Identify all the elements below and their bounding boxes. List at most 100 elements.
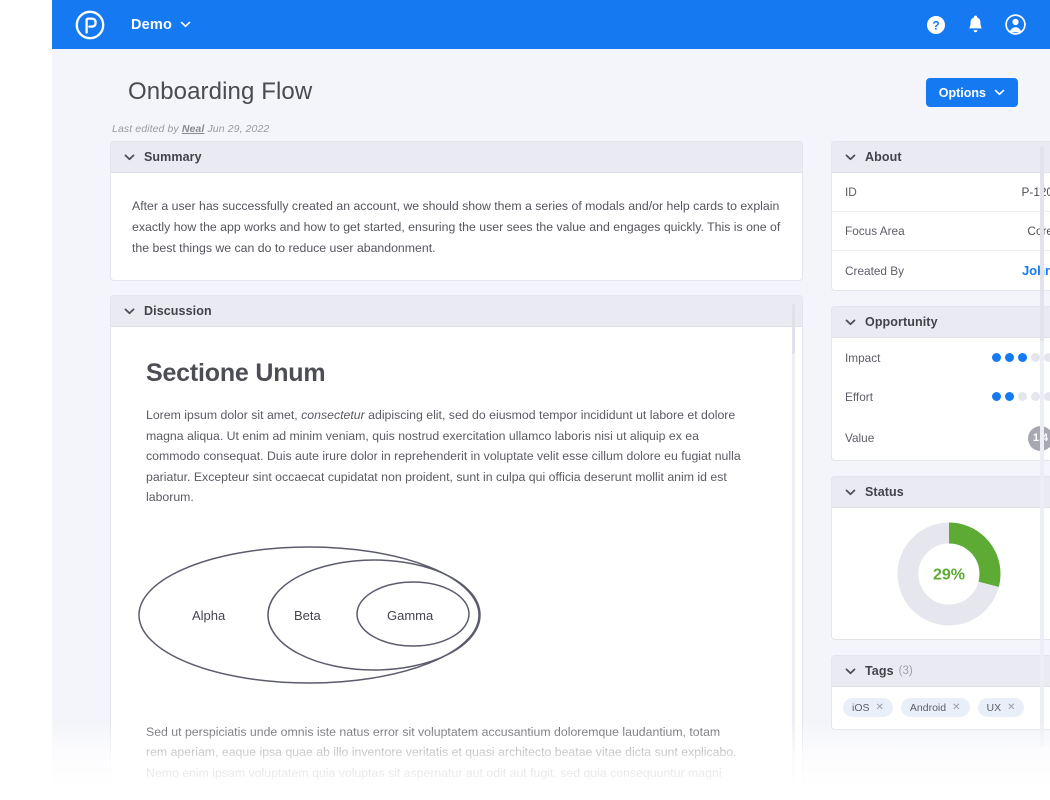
tags-card-title: Tags	[865, 664, 894, 678]
tag-label: iOS	[852, 701, 870, 714]
about-card: About ID P-120 Focus Area Core Created B…	[831, 141, 1050, 291]
opportunity-card: Opportunity Impact Effort Value 1.4	[831, 306, 1050, 461]
effort-label: Effort	[845, 389, 873, 404]
chevron-down-icon	[994, 89, 1005, 96]
workspace-switcher[interactable]: Demo	[131, 17, 191, 33]
about-row-focus-area: Focus Area Core	[832, 212, 1050, 251]
chevron-down-icon	[845, 489, 856, 495]
about-row-created-by: Created By John	[832, 251, 1050, 290]
meta-prefix: Last edited by	[112, 123, 179, 135]
tag-chip[interactable]: UX ✕	[977, 698, 1025, 717]
venn-label-alpha: Alpha	[192, 608, 226, 623]
bell-icon[interactable]	[965, 14, 986, 35]
chevron-down-icon	[845, 154, 856, 160]
about-value-created-by-link[interactable]: John	[1022, 263, 1050, 278]
page-scrollbar-thumb[interactable]	[1040, 146, 1044, 341]
opportunity-card-header[interactable]: Opportunity	[832, 307, 1050, 338]
impact-dot[interactable]	[1005, 353, 1014, 362]
top-navigation-bar: Demo ?	[52, 0, 1050, 49]
tag-chip[interactable]: iOS ✕	[843, 698, 893, 717]
value-label: Value	[845, 431, 875, 445]
chevron-down-icon	[124, 154, 135, 160]
impact-label: Impact	[845, 350, 881, 365]
tags-list: iOS ✕ Android ✕ UX ✕	[832, 687, 1050, 729]
summary-card-header[interactable]: Summary	[111, 142, 802, 173]
effort-dot[interactable]	[1031, 392, 1040, 401]
status-donut-chart: 29%	[832, 508, 1050, 639]
app-window: Demo ? Onboarding Flow Last edited by Ne…	[52, 0, 1050, 800]
x-icon[interactable]: ✕	[1007, 702, 1015, 713]
tags-count: (3)	[898, 665, 913, 677]
venn-label-beta: Beta	[294, 608, 322, 623]
tag-label: UX	[986, 701, 1002, 714]
about-value-id: P-120	[1021, 185, 1050, 199]
about-card-title: About	[865, 150, 902, 164]
options-button-label: Options	[938, 85, 986, 100]
right-sidebar-column: About ID P-120 Focus Area Core Created B…	[831, 141, 1050, 745]
chevron-down-icon	[124, 308, 135, 314]
x-icon[interactable]: ✕	[876, 702, 884, 713]
opportunity-row-effort: Effort	[832, 377, 1050, 416]
paragraph-one-part-a: Lorem ipsum dolor sit amet,	[146, 408, 302, 422]
workspace-label: Demo	[131, 16, 173, 33]
impact-dot[interactable]	[1031, 353, 1040, 362]
effort-dot[interactable]	[1044, 392, 1050, 401]
help-circle-icon[interactable]: ?	[925, 14, 946, 35]
about-key-id: ID	[845, 185, 857, 199]
opportunity-row-impact: Impact	[832, 338, 1050, 377]
document-paragraph-one: Lorem ipsum dolor sit amet, consectetur …	[146, 405, 742, 508]
chevron-down-icon	[180, 21, 191, 28]
effort-dot[interactable]	[992, 392, 1001, 401]
summary-card-title: Summary	[144, 150, 202, 164]
about-key-focus-area: Focus Area	[845, 224, 905, 238]
document-heading: Sectione Unum	[146, 359, 326, 387]
page-header: Onboarding Flow Last edited by Neal Jun …	[52, 49, 1050, 137]
discussion-document: Sectione Unum Lorem ipsum dolor sit amet…	[111, 327, 802, 800]
impact-dot[interactable]	[1044, 353, 1050, 362]
discussion-scrollbar-thumb[interactable]	[792, 304, 795, 354]
status-card: Status 29%	[831, 476, 1050, 640]
chevron-down-icon	[845, 668, 856, 674]
opportunity-row-value: Value 1.4	[832, 416, 1050, 460]
main-content-column: Summary After a user has successfully cr…	[110, 141, 803, 800]
meta-author-link[interactable]: Neal	[182, 123, 205, 135]
options-button[interactable]: Options	[925, 78, 1018, 107]
about-row-id: ID P-120	[832, 173, 1050, 212]
tags-card-header[interactable]: Tags (3)	[832, 656, 1050, 687]
impact-dot[interactable]	[992, 353, 1001, 362]
about-card-header[interactable]: About	[832, 142, 1050, 173]
paragraph-one-part-b: adipiscing elit, sed do eiusmod tempor i…	[146, 408, 741, 504]
summary-text: After a user has successfully created an…	[132, 199, 781, 255]
discussion-card-header[interactable]: Discussion	[111, 296, 802, 327]
p-logo-icon[interactable]	[75, 10, 105, 40]
impact-dot[interactable]	[1018, 353, 1027, 362]
tag-chip[interactable]: Android ✕	[900, 698, 970, 717]
about-key-created-by: Created By	[845, 263, 905, 278]
status-card-title: Status	[865, 485, 904, 499]
tag-label: Android	[909, 701, 947, 714]
topbar-actions: ?	[925, 14, 1026, 35]
opportunity-card-title: Opportunity	[865, 315, 938, 329]
venn-label-gamma: Gamma	[387, 608, 434, 623]
value-score-badge: 1.4	[1028, 425, 1050, 451]
discussion-card: Discussion Sectione Unum Lorem ipsum dol…	[110, 295, 803, 800]
effort-dot[interactable]	[1005, 392, 1014, 401]
paragraph-one-emphasis: consectetur	[301, 408, 365, 422]
x-icon[interactable]: ✕	[952, 702, 960, 713]
discussion-scrollbar-track[interactable]	[792, 304, 795, 800]
svg-text:?: ?	[932, 18, 939, 32]
about-value-focus-area: Core	[1027, 224, 1050, 238]
user-avatar-icon[interactable]	[1005, 14, 1026, 35]
last-edited-meta: Last edited by Neal Jun 29, 2022	[112, 123, 269, 135]
chevron-down-icon	[845, 319, 856, 325]
meta-date: Jun 29, 2022	[207, 123, 270, 135]
donut-center-label: 29%	[933, 566, 965, 583]
document-paragraph-two: Sed ut perspiciatis unde omnis iste natu…	[146, 724, 737, 800]
venn-diagram: Alpha Beta Gamma	[137, 530, 537, 700]
tags-card: Tags (3) iOS ✕ Android ✕ UX ✕	[831, 655, 1050, 730]
effort-dot[interactable]	[1018, 392, 1027, 401]
discussion-card-title: Discussion	[144, 304, 212, 318]
page-title: Onboarding Flow	[128, 78, 313, 105]
status-card-header[interactable]: Status	[832, 477, 1050, 508]
summary-card: Summary After a user has successfully cr…	[110, 141, 803, 281]
